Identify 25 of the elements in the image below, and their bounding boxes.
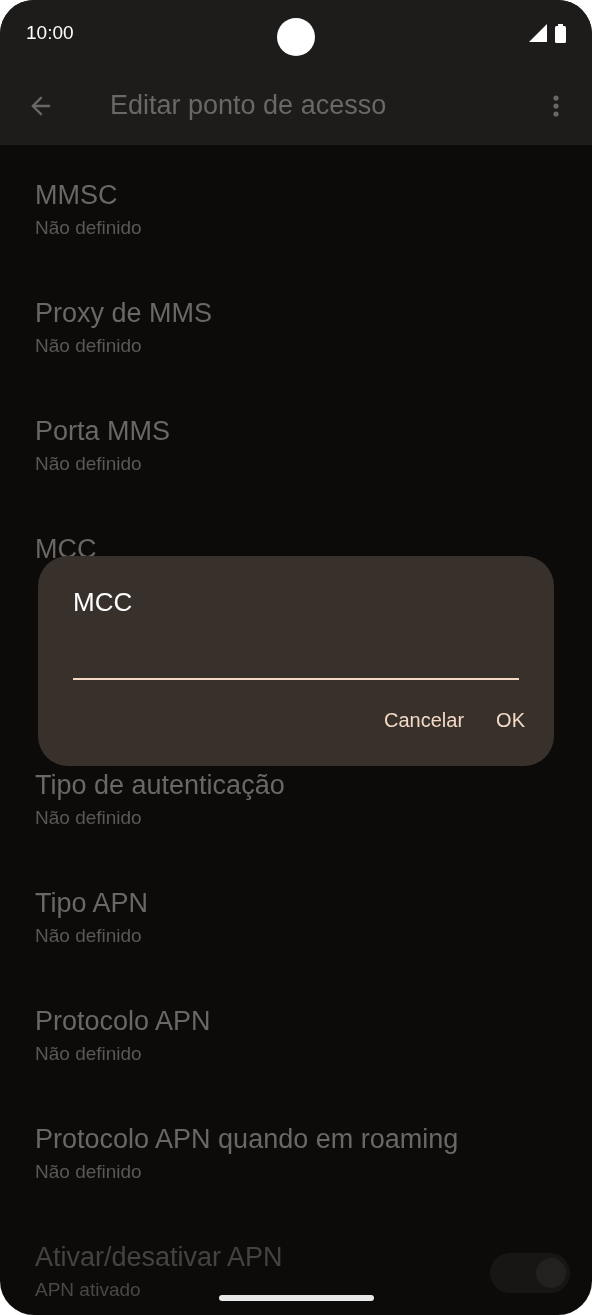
signal-icon xyxy=(529,24,547,42)
app-bar-title: Editar ponto de acesso xyxy=(110,89,388,123)
setting-title: Protocolo APN quando em roaming xyxy=(35,1123,459,1155)
battery-icon xyxy=(555,23,566,43)
dialog-title: MCC xyxy=(73,586,134,618)
setting-summary: Não definido xyxy=(35,806,143,830)
setting-summary: Não definido xyxy=(35,216,142,240)
more-options-icon xyxy=(553,94,559,117)
setting-title: Tipo APN xyxy=(35,887,149,919)
setting-title: MMSC xyxy=(35,179,119,211)
dialog-button[interactable]: Cancelar xyxy=(370,700,479,740)
setting-summary: Não definido xyxy=(35,924,143,948)
setting-summary: Não definido xyxy=(35,1160,143,1184)
setting-title: Proxy de MMS xyxy=(35,297,213,329)
setting-title: Protocolo APN xyxy=(35,1005,211,1037)
setting-title: Ativar/desativar APN xyxy=(35,1241,283,1273)
camera-cutout xyxy=(277,18,315,56)
setting-title: Tipo de autenticação xyxy=(35,769,285,801)
setting-summary: Não definido xyxy=(35,334,143,358)
status-time: 10:00 xyxy=(26,20,74,45)
dialog-button[interactable]: OK xyxy=(482,700,539,740)
setting-summary: Não definido xyxy=(35,1042,143,1066)
setting-summary: APN ativado xyxy=(35,1278,142,1302)
setting-summary: Não definido xyxy=(35,452,143,476)
setting-title: Porta MMS xyxy=(35,415,171,447)
